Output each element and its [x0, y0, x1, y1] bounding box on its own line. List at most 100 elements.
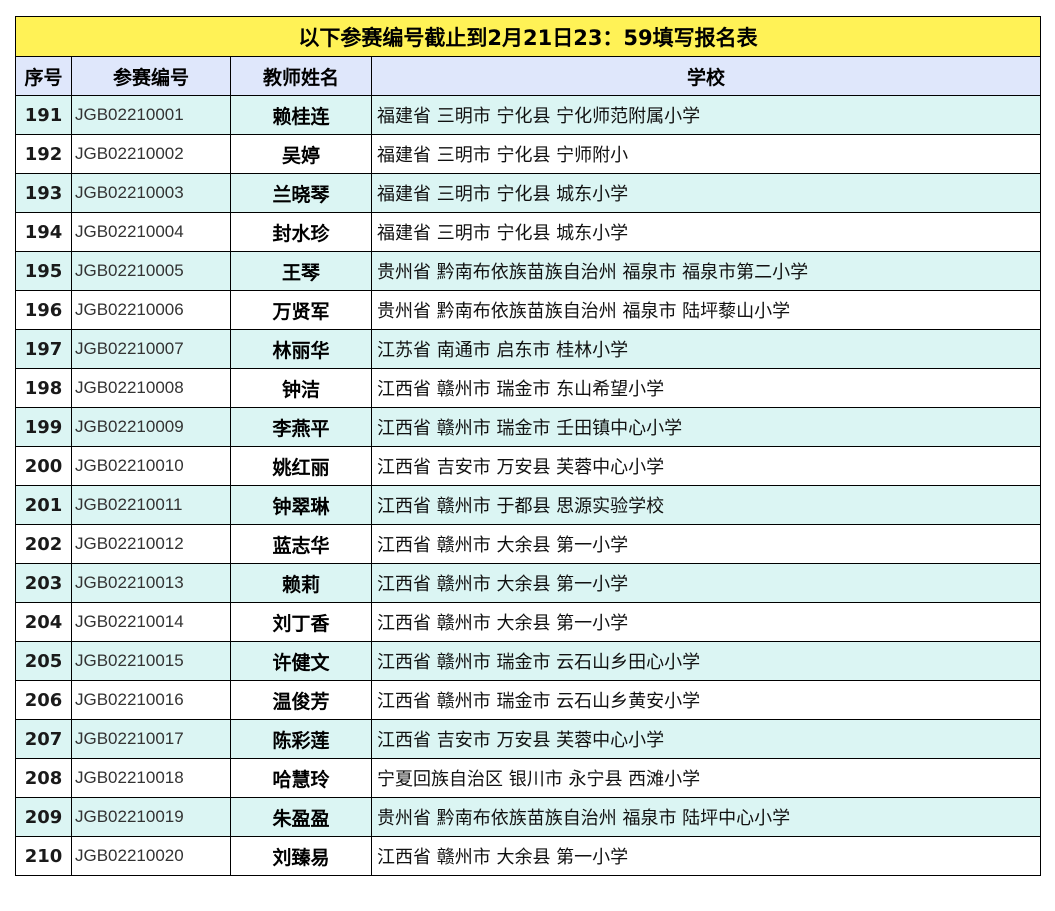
cell-school: 江西省 赣州市 瑞金市 壬田镇中心小学	[370, 407, 1042, 447]
cell-seq: 207	[15, 719, 72, 759]
table-row: 194 JGB02210004 封水珍 福建省 三明市 宁化县 城东小学	[15, 212, 1042, 252]
header-code: 参赛编号	[71, 56, 231, 96]
cell-school: 福建省 三明市 宁化县 城东小学	[370, 173, 1042, 213]
table-row: 209 JGB02210019 朱盈盈 贵州省 黔南布依族苗族自治州 福泉市 陆坪中心…	[15, 797, 1042, 837]
cell-seq: 209	[15, 797, 72, 837]
cell-code: JGB02210019	[71, 797, 231, 837]
table-row: 199 JGB02210009 李燕平 江西省 赣州市 瑞金市 壬田镇中心小学	[15, 407, 1042, 447]
cell-seq: 192	[15, 134, 72, 174]
cell-teacher: 蓝志华	[230, 524, 372, 564]
cell-school: 贵州省 黔南布依族苗族自治州 福泉市 福泉市第二小学	[370, 251, 1042, 291]
title-row: 以下参赛编号截止到2月21日23：59填写报名表	[14, 16, 1042, 57]
cell-seq: 210	[15, 836, 72, 876]
cell-teacher: 林丽华	[230, 329, 372, 369]
cell-seq: 208	[15, 758, 72, 798]
table-row: 196 JGB02210006 万贤军 贵州省 黔南布依族苗族自治州 福泉市 陆坪藜山…	[15, 290, 1042, 330]
table-row: 202 JGB02210012 蓝志华 江西省 赣州市 大余县 第一小学	[15, 524, 1042, 564]
cell-seq: 198	[15, 368, 72, 408]
cell-teacher: 封水珍	[230, 212, 372, 252]
table-row: 205 JGB02210015 许健文 江西省 赣州市 瑞金市 云石山乡田心小学	[15, 641, 1042, 681]
table-row: 210 JGB02210020 刘臻易 江西省 赣州市 大余县 第一小学	[15, 836, 1042, 876]
table-row: 207 JGB02210017 陈彩莲 江西省 吉安市 万安县 芙蓉中心小学	[15, 719, 1042, 759]
cell-school: 福建省 三明市 宁化县 城东小学	[370, 212, 1042, 252]
header-teacher: 教师姓名	[230, 56, 372, 96]
cell-school: 江西省 吉安市 万安县 芙蓉中心小学	[370, 719, 1042, 759]
cell-teacher: 兰晓琴	[230, 173, 372, 213]
cell-school: 江西省 赣州市 大余县 第一小学	[370, 836, 1042, 876]
cell-school: 江西省 吉安市 万安县 芙蓉中心小学	[370, 446, 1042, 486]
cell-teacher: 王琴	[230, 251, 372, 291]
cell-code: JGB02210006	[71, 290, 231, 330]
table-row: 193 JGB02210003 兰晓琴 福建省 三明市 宁化县 城东小学	[15, 173, 1042, 213]
cell-code: JGB02210020	[71, 836, 231, 876]
cell-seq: 191	[15, 95, 72, 135]
cell-school: 江西省 赣州市 大余县 第一小学	[370, 563, 1042, 603]
cell-code: JGB02210009	[71, 407, 231, 447]
cell-code: JGB02210011	[71, 485, 231, 525]
cell-seq: 205	[15, 641, 72, 681]
cell-code: JGB02210008	[71, 368, 231, 408]
cell-seq: 196	[15, 290, 72, 330]
cell-code: JGB02210001	[71, 95, 231, 135]
cell-code: JGB02210017	[71, 719, 231, 759]
cell-teacher: 哈慧玲	[230, 758, 372, 798]
cell-code: JGB02210015	[71, 641, 231, 681]
cell-code: JGB02210013	[71, 563, 231, 603]
cell-code: JGB02210002	[71, 134, 231, 174]
cell-code: JGB02210003	[71, 173, 231, 213]
cell-seq: 204	[15, 602, 72, 642]
cell-code: JGB02210016	[71, 680, 231, 720]
cell-code: JGB02210005	[71, 251, 231, 291]
cell-teacher: 刘臻易	[230, 836, 372, 876]
cell-school: 江西省 赣州市 大余县 第一小学	[370, 524, 1042, 564]
registration-table: 以下参赛编号截止到2月21日23：59填写报名表 序号 参赛编号 教师姓名 学校…	[14, 16, 1042, 876]
table-row: 192 JGB02210002 吴婷 福建省 三明市 宁化县 宁师附小	[15, 134, 1042, 174]
cell-school: 贵州省 黔南布依族苗族自治州 福泉市 陆坪藜山小学	[370, 290, 1042, 330]
cell-school: 江西省 赣州市 瑞金市 云石山乡黄安小学	[370, 680, 1042, 720]
cell-teacher: 温俊芳	[230, 680, 372, 720]
table-body: 191 JGB02210001 赖桂连 福建省 三明市 宁化县 宁化师范附属小学 192…	[15, 95, 1042, 876]
cell-school: 江西省 赣州市 于都县 思源实验学校	[370, 485, 1042, 525]
table-title: 以下参赛编号截止到2月21日23：59填写报名表	[14, 16, 1042, 57]
table-row: 197 JGB02210007 林丽华 江苏省 南通市 启东市 桂林小学	[15, 329, 1042, 369]
cell-seq: 206	[15, 680, 72, 720]
table-row: 191 JGB02210001 赖桂连 福建省 三明市 宁化县 宁化师范附属小学	[15, 95, 1042, 135]
cell-teacher: 许健文	[230, 641, 372, 681]
cell-seq: 193	[15, 173, 72, 213]
cell-seq: 203	[15, 563, 72, 603]
table-row: 203 JGB02210013 赖莉 江西省 赣州市 大余县 第一小学	[15, 563, 1042, 603]
cell-teacher: 姚红丽	[230, 446, 372, 486]
cell-school: 江西省 赣州市 瑞金市 云石山乡田心小学	[370, 641, 1042, 681]
header-row: 序号 参赛编号 教师姓名 学校	[15, 56, 1042, 96]
cell-teacher: 赖桂连	[230, 95, 372, 135]
cell-school: 福建省 三明市 宁化县 宁师附小	[370, 134, 1042, 174]
cell-teacher: 刘丁香	[230, 602, 372, 642]
table-row: 198 JGB02210008 钟洁 江西省 赣州市 瑞金市 东山希望小学	[15, 368, 1042, 408]
cell-teacher: 钟翠琳	[230, 485, 372, 525]
cell-school: 贵州省 黔南布依族苗族自治州 福泉市 陆坪中心小学	[370, 797, 1042, 837]
table-row: 201 JGB02210011 钟翠琳 江西省 赣州市 于都县 思源实验学校	[15, 485, 1042, 525]
cell-teacher: 吴婷	[230, 134, 372, 174]
cell-school: 江苏省 南通市 启东市 桂林小学	[370, 329, 1042, 369]
table-row: 208 JGB02210018 哈慧玲 宁夏回族自治区 银川市 永宁县 西滩小学	[15, 758, 1042, 798]
table-row: 206 JGB02210016 温俊芳 江西省 赣州市 瑞金市 云石山乡黄安小学	[15, 680, 1042, 720]
cell-seq: 195	[15, 251, 72, 291]
cell-school: 江西省 赣州市 瑞金市 东山希望小学	[370, 368, 1042, 408]
cell-seq: 199	[15, 407, 72, 447]
cell-school: 福建省 三明市 宁化县 宁化师范附属小学	[370, 95, 1042, 135]
cell-seq: 194	[15, 212, 72, 252]
cell-seq: 197	[15, 329, 72, 369]
cell-teacher: 赖莉	[230, 563, 372, 603]
cell-code: JGB02210007	[71, 329, 231, 369]
header-seq: 序号	[15, 56, 72, 96]
cell-seq: 202	[15, 524, 72, 564]
cell-teacher: 万贤军	[230, 290, 372, 330]
cell-code: JGB02210012	[71, 524, 231, 564]
cell-code: JGB02210018	[71, 758, 231, 798]
cell-seq: 201	[15, 485, 72, 525]
table-row: 204 JGB02210014 刘丁香 江西省 赣州市 大余县 第一小学	[15, 602, 1042, 642]
cell-seq: 200	[15, 446, 72, 486]
cell-code: JGB02210014	[71, 602, 231, 642]
table-row: 195 JGB02210005 王琴 贵州省 黔南布依族苗族自治州 福泉市 福泉市第二…	[15, 251, 1042, 291]
header-school: 学校	[370, 56, 1042, 96]
